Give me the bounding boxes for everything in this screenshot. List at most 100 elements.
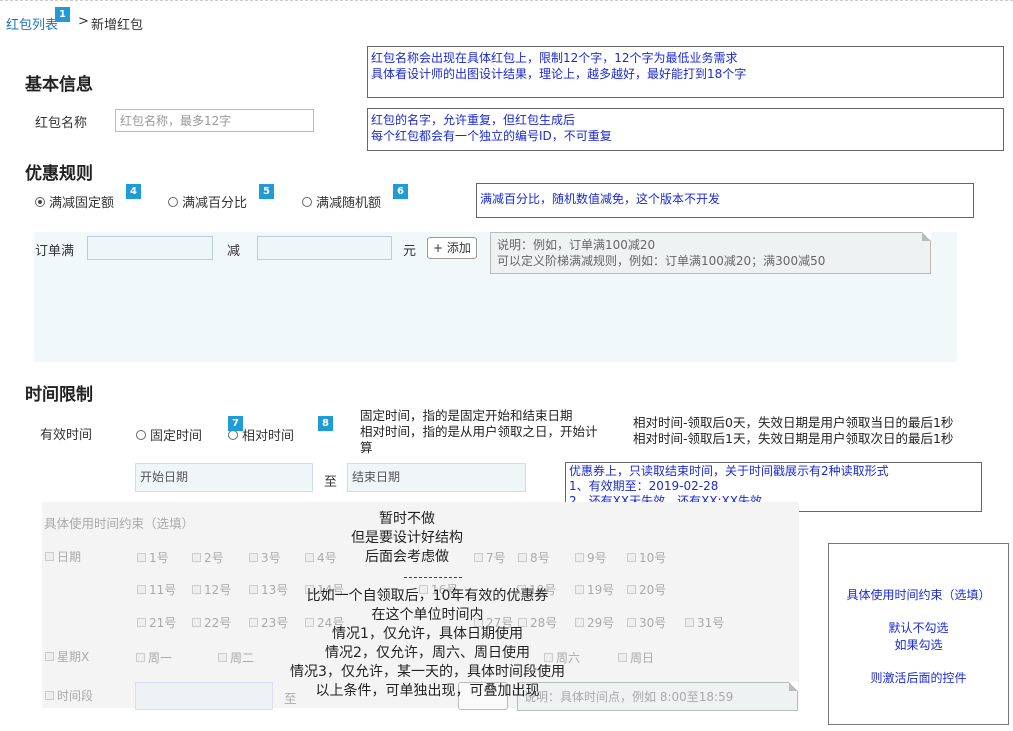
overlay-line: 在这个单位时间内 [371,607,484,623]
constraint-title: 具体使用时间约束（选填） [44,516,195,531]
minus-amount-input[interactable] [257,236,392,260]
desc-line: 相对时间-领取后1天，失效日期是用户领取次日的最后1秒 [633,431,954,446]
overlay-line: 比如一个自领取后，10年有效的优惠券 [306,588,549,604]
radio-circle [168,196,178,207]
add-rule-button[interactable]: + 添加 [427,237,477,259]
breadcrumb-parent-link[interactable]: 红包列表 [6,14,58,33]
radio-circle [302,196,312,207]
desc-line: 相对时间-领取后0天，失效日期是用户领取当日的最后1秒 [633,415,954,430]
overlay-line: 后面会考虑做 [365,549,449,565]
checkbox-box [627,585,636,594]
side-note-line: 默认不勾选 [888,621,949,635]
badge-6: 6 [393,184,408,199]
badge-1: 1 [55,7,70,22]
top-dashed-line [0,0,1013,1]
breadcrumb-separator: > [78,14,89,29]
overlay-line: 情况2，仅允许，周六、周日使用 [325,645,530,661]
checkbox-label: 星期X [57,650,90,664]
note-line: 优惠券上，只读取结束时间，关于时间戳展示有2种读取形式 [569,464,889,478]
overlay-line: 情况1，仅允许，具体日期使用 [332,626,523,642]
radio-label: 固定时间 [150,429,203,444]
radio-fixed-time[interactable]: 固定时间 [136,425,202,444]
side-note-title: 具体使用时间约束（选填） [846,588,991,602]
memo-line: 说明：例如，订单满100减20 [497,238,656,252]
checkbox-box [627,553,636,562]
checkbox-label: 11号 [149,583,177,597]
checkbox-box [618,653,627,662]
checkbox-day[interactable]: 22号 [192,614,231,631]
checkbox-day[interactable]: 12号 [192,581,231,598]
side-note-line: 则激活后面的控件 [870,671,967,685]
order-full-label: 订单满 [35,244,75,259]
start-date-input[interactable]: 开始日期 [135,463,313,492]
radio-label: 满减百分比 [182,196,248,211]
checkbox-box [192,585,201,594]
checkbox-box [192,618,201,627]
checkbox-day[interactable]: 1号 [137,549,169,566]
order-amount-input[interactable] [87,236,213,260]
checkbox-label: 8号 [530,551,550,565]
checkbox-day[interactable]: 31号 [685,614,724,631]
overlay-line: 暂时不做 [379,511,435,527]
badge-5: 5 [259,184,274,199]
radio-random[interactable]: 满减随机额 [302,192,381,211]
checkbox-label: 日期 [57,550,82,564]
note-line: 红包名称会出现在具体红包上，限制12个字，12个字为最低业务需求 [371,51,738,65]
checkbox-day[interactable]: 21号 [137,614,176,631]
end-date-input[interactable]: 结束日期 [347,463,526,492]
memo-line: 可以定义阶梯满减规则，例如：订单满100减20；满300减50 [497,254,826,268]
checkbox-box [518,553,527,562]
checkbox-date[interactable]: 日期 [45,548,81,565]
checkbox-day[interactable]: 11号 [137,581,176,598]
section-title-basic: 基本信息 [25,75,93,95]
overlay-line: 但是要设计好结构 [351,530,463,546]
name-input[interactable] [115,109,314,132]
checkbox-label: 30号 [639,616,667,630]
checkbox-mon[interactable]: 周一 [136,649,172,666]
minus-label: 减 [227,244,241,259]
checkbox-box [45,552,54,561]
checkbox-box [218,653,227,662]
checkbox-box [192,553,201,562]
checkbox-label: 9号 [587,551,607,565]
checkbox-label: 31号 [697,616,725,630]
period-start-input[interactable] [135,682,273,710]
checkbox-label: 12号 [204,583,232,597]
checkbox-box [137,553,146,562]
constraint-side-note: 具体使用时间约束（选填） 默认不勾选 如果勾选 则激活后面的控件 [828,543,1009,725]
checkbox-label: 3号 [261,551,281,565]
checkbox-label: 2号 [204,551,224,565]
checkbox-day[interactable]: 8号 [518,549,550,566]
checkbox-day[interactable]: 10号 [627,549,666,566]
checkbox-box [575,553,584,562]
note-line: 1、有效期至：2019-02-28 [569,479,719,493]
valid-time-label: 有效时间 [40,428,93,443]
checkbox-day[interactable]: 20号 [627,581,666,598]
overlay-line: 情况3，仅允许，某一天的，具体时间段使用 [290,664,565,680]
checkbox-day[interactable]: 30号 [627,614,666,631]
radio-label: 满减随机额 [316,196,382,211]
checkbox-day[interactable]: 9号 [575,549,607,566]
radio-circle [228,429,238,440]
checkbox-box [685,618,694,627]
checkbox-box [45,691,54,700]
desc-line: 固定时间，指的是固定开始和结束日期 [360,408,573,423]
checkbox-period[interactable]: 时间段 [45,687,93,704]
radio-percent[interactable]: 满减百分比 [168,192,247,211]
breadcrumb-current: 新增红包 [91,18,144,33]
overlay-example-text: 比如一个自领取后，10年有效的优惠券 在这个单位时间内 情况1，仅允许，具体日期… [255,587,600,701]
relative-time-description: 相对时间-领取后0天，失效日期是用户领取当日的最后1秒 相对时间-领取后1天，失… [633,415,953,447]
name-label: 红包名称 [35,116,88,131]
radio-label: 满减固定额 [49,196,115,211]
desc-line: 算 [360,440,373,455]
radio-circle-checked [35,196,45,207]
checkbox-day[interactable]: 3号 [249,549,281,566]
time-type-description: 固定时间，指的是固定开始和结束日期 相对时间，指的是从用户领取之日，开始计 算 [360,408,598,456]
checkbox-label: 10号 [639,551,667,565]
checkbox-weekday[interactable]: 星期X [45,648,89,665]
checkbox-tue[interactable]: 周二 [218,649,254,666]
checkbox-day[interactable]: 2号 [192,549,224,566]
radio-fixed-amount[interactable]: 满减固定额 [35,192,114,211]
checkbox-sun[interactable]: 周日 [618,649,654,666]
checkbox-box [305,553,314,562]
